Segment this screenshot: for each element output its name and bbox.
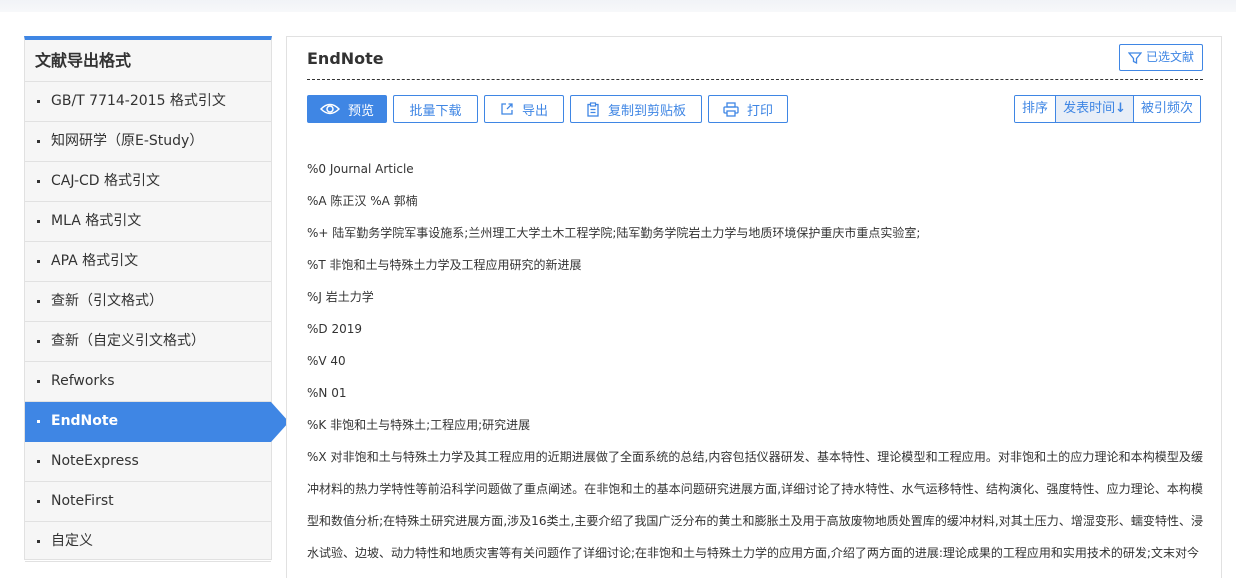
bullet-icon (37, 340, 40, 343)
sidebar-item-cajcd[interactable]: CAJ-CD 格式引文 (25, 162, 271, 202)
preview-label: 预览 (347, 103, 374, 119)
sort-label: 排序 (1015, 96, 1056, 122)
filter-icon (1127, 51, 1142, 64)
bullet-icon (37, 100, 40, 103)
top-strip (0, 0, 1236, 12)
preview-button[interactable]: 预览 (307, 95, 387, 123)
record-abstract: %X 对非饱和土与特殊土力学及其工程应用的近期进展做了全面系统的总结,内容包括仪… (307, 450, 1203, 560)
copy-clipboard-label: 复制到剪贴板 (607, 103, 686, 119)
record-affiliations: %+ 陆军勤务学院军事设施系;兰州理工大学土木工程学院;陆军勤务学院岩土力学与地… (307, 226, 921, 240)
sidebar-item-label: MLA 格式引文 (51, 213, 142, 229)
sort-by-cited[interactable]: 被引频次 (1132, 96, 1200, 122)
selected-docs-button[interactable]: 已选文献 (1118, 44, 1203, 71)
sidebar-item-estudy[interactable]: 知网研学（原E-Study） (25, 122, 271, 162)
bullet-icon (37, 140, 40, 143)
record-title: %T 非饱和土与特殊土力学及工程应用研究的新进展 (307, 258, 582, 272)
record-volume: %V 40 (307, 354, 346, 368)
sidebar-title: 文献导出格式 (25, 40, 271, 82)
sort-pub-time-label: 发表时间 (1063, 101, 1116, 116)
export-button[interactable]: 导出 (484, 95, 564, 123)
sidebar-item-label: 知网研学（原E-Study） (51, 133, 204, 149)
print-button[interactable]: 打印 (708, 95, 788, 123)
sort-bar: 排序 发表时间↓ 被引频次 (1014, 95, 1201, 123)
record-date: %D 2019 (307, 322, 362, 336)
eye-icon (320, 103, 340, 115)
print-label: 打印 (746, 103, 773, 119)
bullet-icon (37, 180, 40, 183)
selected-docs-label: 已选文献 (1145, 50, 1194, 64)
sidebar-item-apa[interactable]: APA 格式引文 (25, 242, 271, 282)
export-icon (501, 103, 513, 115)
sidebar-item-label: EndNote (51, 413, 119, 429)
sidebar-item-endnote[interactable]: EndNote (25, 402, 289, 442)
arrow-down-icon: ↓ (1115, 101, 1126, 116)
panel-header: EndNote 已选文献 (307, 37, 1203, 80)
sidebar-item-refworks[interactable]: Refworks (25, 362, 271, 402)
sort-by-pub-time[interactable]: 发表时间↓ (1055, 96, 1133, 122)
sidebar-item-label: CAJ-CD 格式引文 (51, 173, 161, 189)
record-type: %0 Journal Article (307, 162, 414, 176)
bullet-icon (37, 540, 40, 543)
batch-download-label: 批量下载 (409, 103, 462, 119)
export-panel: EndNote 已选文献 预览 批量下载 导出 复制到剪贴板 打印 排序 发表时… (286, 36, 1222, 578)
record-journal: %J 岩土力学 (307, 290, 374, 304)
sidebar-item-custom[interactable]: 自定义 (25, 522, 271, 562)
record-authors: %A 陈正汉 %A 郭楠 (307, 194, 418, 208)
sidebar-item-label: NoteFirst (51, 493, 114, 509)
sidebar-item-label: 自定义 (51, 533, 93, 549)
sidebar-item-label: NoteExpress (51, 453, 139, 469)
page-title: EndNote (307, 49, 384, 68)
export-format-sidebar: 文献导出格式 GB/T 7714-2015 格式引文 知网研学（原E-Study… (24, 36, 289, 562)
endnote-record: %0 Journal Article %A 陈正汉 %A 郭楠 %+ 陆军勤务学… (307, 153, 1203, 569)
sidebar-item-notefirst[interactable]: NoteFirst (25, 482, 271, 522)
sidebar-item-chaxin[interactable]: 查新（引文格式） (25, 282, 271, 322)
sidebar-item-gbt7714[interactable]: GB/T 7714-2015 格式引文 (25, 82, 271, 122)
bullet-icon (37, 460, 40, 463)
bullet-icon (37, 420, 40, 423)
record-number: %N 01 (307, 386, 347, 400)
sidebar-item-noteexpress[interactable]: NoteExpress (25, 442, 271, 482)
sidebar-item-label: APA 格式引文 (51, 253, 139, 269)
bullet-icon (37, 380, 40, 383)
bullet-icon (37, 260, 40, 263)
sidebar-item-label: GB/T 7714-2015 格式引文 (51, 93, 226, 109)
bullet-icon (37, 300, 40, 303)
sidebar-item-label: 查新（自定义引文格式） (51, 333, 205, 349)
toolbar: 预览 批量下载 导出 复制到剪贴板 打印 (307, 95, 788, 123)
record-keywords: %K 非饱和土与特殊土;工程应用;研究进展 (307, 418, 531, 432)
copy-clipboard-button[interactable]: 复制到剪贴板 (570, 95, 702, 123)
bullet-icon (37, 500, 40, 503)
clipboard-icon (587, 101, 599, 117)
printer-icon (723, 101, 739, 117)
batch-download-button[interactable]: 批量下载 (393, 95, 478, 123)
sidebar-item-label: 查新（引文格式） (51, 293, 163, 309)
export-label: 导出 (521, 103, 548, 119)
sidebar-item-chaxin-custom[interactable]: 查新（自定义引文格式） (25, 322, 271, 362)
sidebar-item-label: Refworks (51, 373, 115, 389)
bullet-icon (37, 220, 40, 223)
sidebar-item-mla[interactable]: MLA 格式引文 (25, 202, 271, 242)
